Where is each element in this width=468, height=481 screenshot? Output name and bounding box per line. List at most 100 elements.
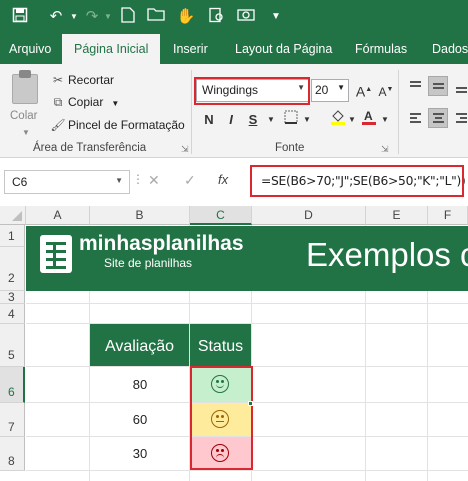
column-header-c[interactable]: C — [190, 206, 252, 225]
align-line — [460, 117, 467, 119]
open-folder-icon[interactable] — [146, 7, 166, 27]
enter-icon[interactable]: ✓ — [184, 172, 196, 189]
paste-label: Colar — [10, 110, 38, 122]
align-center-button[interactable] — [428, 108, 448, 128]
row-header-4[interactable]: 4 — [0, 304, 25, 324]
value-cell[interactable]: 30 — [90, 437, 190, 470]
spreadsheet-grid: A B C D E F 1 2 3 4 5 6 7 8 minhasplanil… — [0, 206, 468, 481]
row-header-1[interactable]: 1 — [0, 225, 25, 247]
gridline — [26, 303, 468, 304]
dialog-launcher-icon[interactable]: ⇲ — [181, 144, 189, 155]
column-header-f[interactable]: F — [428, 206, 468, 225]
align-line — [433, 113, 444, 115]
chevron-down-icon[interactable]: ▼ — [262, 110, 280, 130]
paste-button[interactable]: Colar ▼ — [8, 70, 42, 138]
camera-icon[interactable] — [236, 7, 256, 27]
bold-button[interactable]: N — [200, 110, 218, 130]
row-header-7[interactable]: 7 — [0, 403, 25, 437]
align-line — [456, 113, 467, 115]
redo-dropdown-icon[interactable]: ▼ — [98, 7, 118, 27]
new-file-icon[interactable] — [118, 7, 138, 27]
undo-dropdown-icon[interactable]: ▼ — [64, 7, 84, 27]
customize-qat-icon[interactable]: ▼ — [266, 7, 286, 27]
row-header-3[interactable]: 3 — [0, 291, 25, 304]
ribbon-separator — [191, 70, 192, 154]
spreadsheet-logo-icon — [40, 235, 72, 273]
grow-font-label: A — [355, 83, 366, 100]
italic-button[interactable]: I — [222, 110, 240, 130]
svg-text:A: A — [364, 109, 373, 123]
copy-button[interactable]: ⧉ Copiar ▼ — [50, 92, 120, 112]
column-header-a[interactable]: A — [26, 206, 90, 225]
tab-arquivo[interactable]: Arquivo — [9, 34, 51, 64]
header-banner: minhasplanilhas Site de planilhas Exempl… — [26, 226, 468, 291]
font-size-value: 20 — [315, 83, 329, 97]
tab-pagina-inicial[interactable]: Página Inicial — [62, 34, 161, 64]
chevron-down-icon[interactable]: ▼ — [298, 110, 316, 130]
column-header-d[interactable]: D — [252, 206, 366, 225]
shrink-font-label: A — [378, 85, 387, 99]
select-all-corner[interactable] — [0, 206, 26, 225]
header-status[interactable]: Status — [190, 324, 251, 366]
scissors-icon: ✂ — [52, 73, 64, 87]
align-line — [435, 117, 442, 119]
print-preview-icon[interactable] — [206, 7, 226, 27]
insert-function-button[interactable]: fx — [218, 172, 228, 187]
touch-mode-icon[interactable]: ✋ — [176, 7, 196, 27]
align-right-button[interactable] — [451, 108, 468, 128]
column-header-e[interactable]: E — [366, 206, 428, 225]
tab-dados[interactable]: Dados — [432, 34, 468, 64]
gridline — [26, 470, 468, 471]
column-header-b[interactable]: B — [90, 206, 190, 225]
row-header-2[interactable]: 2 — [0, 247, 25, 291]
chevron-down-icon[interactable]: ▼ — [343, 110, 361, 130]
row-header-6[interactable]: 6 — [0, 367, 25, 403]
value-cell[interactable]: 80 — [90, 367, 190, 402]
undo-icon[interactable]: ↶ — [46, 7, 66, 27]
align-line — [433, 87, 444, 89]
fill-handle[interactable] — [248, 401, 253, 406]
status-highlight — [190, 366, 253, 470]
brand-name: minhasplanilhas — [79, 232, 244, 255]
chevron-down-icon[interactable]: ▼ — [111, 99, 119, 108]
cancel-icon[interactable]: ✕ — [148, 172, 160, 189]
chevron-down-icon[interactable]: ▼ — [376, 110, 394, 130]
tab-layout-da-pagina[interactable]: Layout da Página — [235, 34, 332, 64]
tab-formulas[interactable]: Fórmulas — [355, 34, 407, 64]
cut-button[interactable]: ✂ Recortar — [50, 70, 114, 90]
font-group-label: Fonte — [275, 142, 305, 154]
paintbrush-icon: 🖌 — [50, 118, 66, 132]
chevron-down-icon[interactable]: ▼ — [22, 128, 30, 137]
align-line — [410, 113, 421, 115]
row-header-5[interactable]: 5 — [0, 324, 25, 367]
format-painter-button[interactable]: 🖌 Pincel de Formatação — [50, 115, 184, 135]
cut-label: Recortar — [68, 73, 115, 87]
copy-label: Copiar — [68, 95, 104, 109]
font-size-dropdown[interactable]: 20 ▼ — [311, 79, 349, 102]
align-middle-button[interactable] — [428, 76, 448, 96]
align-line — [433, 83, 444, 85]
align-top-button[interactable] — [405, 76, 425, 96]
ribbon-separator — [398, 70, 399, 154]
align-line — [410, 81, 421, 83]
header-avaliacao[interactable]: Avaliação — [90, 324, 189, 366]
more-icon[interactable]: ⋮ — [132, 172, 144, 186]
align-bottom-button[interactable] — [451, 76, 468, 96]
value-cell[interactable]: 60 — [90, 403, 190, 436]
ribbon-home: Colar ▼ ✂ Recortar ⧉ Copiar ▼ 🖌 Pincel de Fo… — [0, 64, 468, 158]
row-header-8[interactable]: 8 — [0, 437, 25, 471]
grow-font-button[interactable]: A▲ — [355, 80, 373, 100]
banner-title: Exemplos c — [306, 236, 468, 273]
font-name-highlight — [194, 77, 310, 105]
shrink-font-button[interactable]: A▼ — [377, 80, 395, 100]
dialog-launcher-icon[interactable]: ⇲ — [381, 144, 389, 155]
underline-button[interactable]: S — [244, 110, 262, 130]
align-left-button[interactable] — [405, 108, 425, 128]
align-line — [456, 91, 467, 93]
align-line — [410, 117, 417, 119]
name-box[interactable]: C6 ▼ — [4, 170, 130, 194]
ribbon-tabs: Arquivo Página Inicial Inserir Layout da… — [0, 34, 468, 64]
tab-inserir[interactable]: Inserir — [173, 34, 208, 64]
formula-highlight — [250, 165, 464, 197]
save-icon[interactable] — [10, 7, 30, 27]
